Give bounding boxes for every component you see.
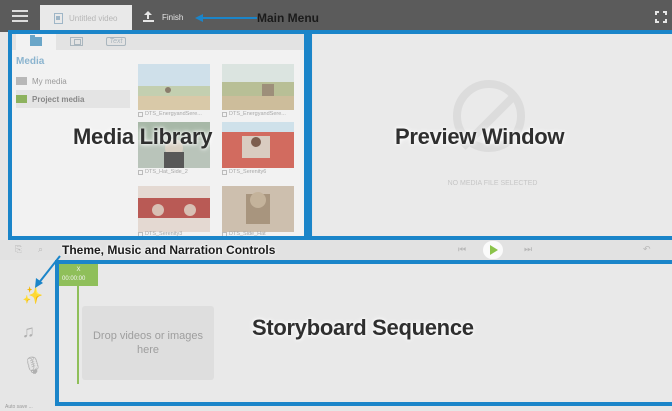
main-menu-arrow bbox=[195, 14, 257, 22]
project-title: Untitled video bbox=[69, 14, 118, 23]
media-library-annotation: Media Library bbox=[73, 124, 213, 149]
finish-button[interactable]: Finish bbox=[142, 8, 183, 26]
hamburger-icon bbox=[12, 10, 28, 22]
upload-icon bbox=[142, 11, 154, 23]
controls-annotation: Theme, Music and Narration Controls bbox=[62, 243, 276, 257]
status-text: Auto save ... bbox=[5, 404, 33, 410]
undo-icon[interactable]: ↶ bbox=[643, 244, 651, 255]
skip-forward-icon[interactable]: ⏭ bbox=[524, 244, 532, 255]
music-note-icon[interactable]: ♫ bbox=[22, 322, 35, 342]
fullscreen-icon[interactable] bbox=[655, 11, 667, 23]
main-menu-button[interactable] bbox=[0, 0, 40, 32]
project-icon bbox=[54, 13, 63, 24]
storyboard-annotation: Storyboard Sequence bbox=[252, 315, 474, 340]
preview-annotation: Preview Window bbox=[395, 124, 565, 149]
play-button[interactable] bbox=[483, 241, 503, 259]
import-icon[interactable]: ⎘ bbox=[15, 244, 22, 255]
controls-arrow bbox=[35, 255, 61, 288]
microphone-icon[interactable]: 🎙 bbox=[22, 356, 44, 376]
finish-label: Finish bbox=[162, 12, 184, 22]
top-bar: Untitled video Finish bbox=[0, 0, 672, 32]
skip-back-icon[interactable]: ⏮ bbox=[458, 244, 466, 255]
main-menu-annotation: Main Menu bbox=[257, 11, 319, 25]
project-title-tab[interactable]: Untitled video bbox=[40, 5, 132, 32]
play-icon bbox=[490, 245, 498, 255]
